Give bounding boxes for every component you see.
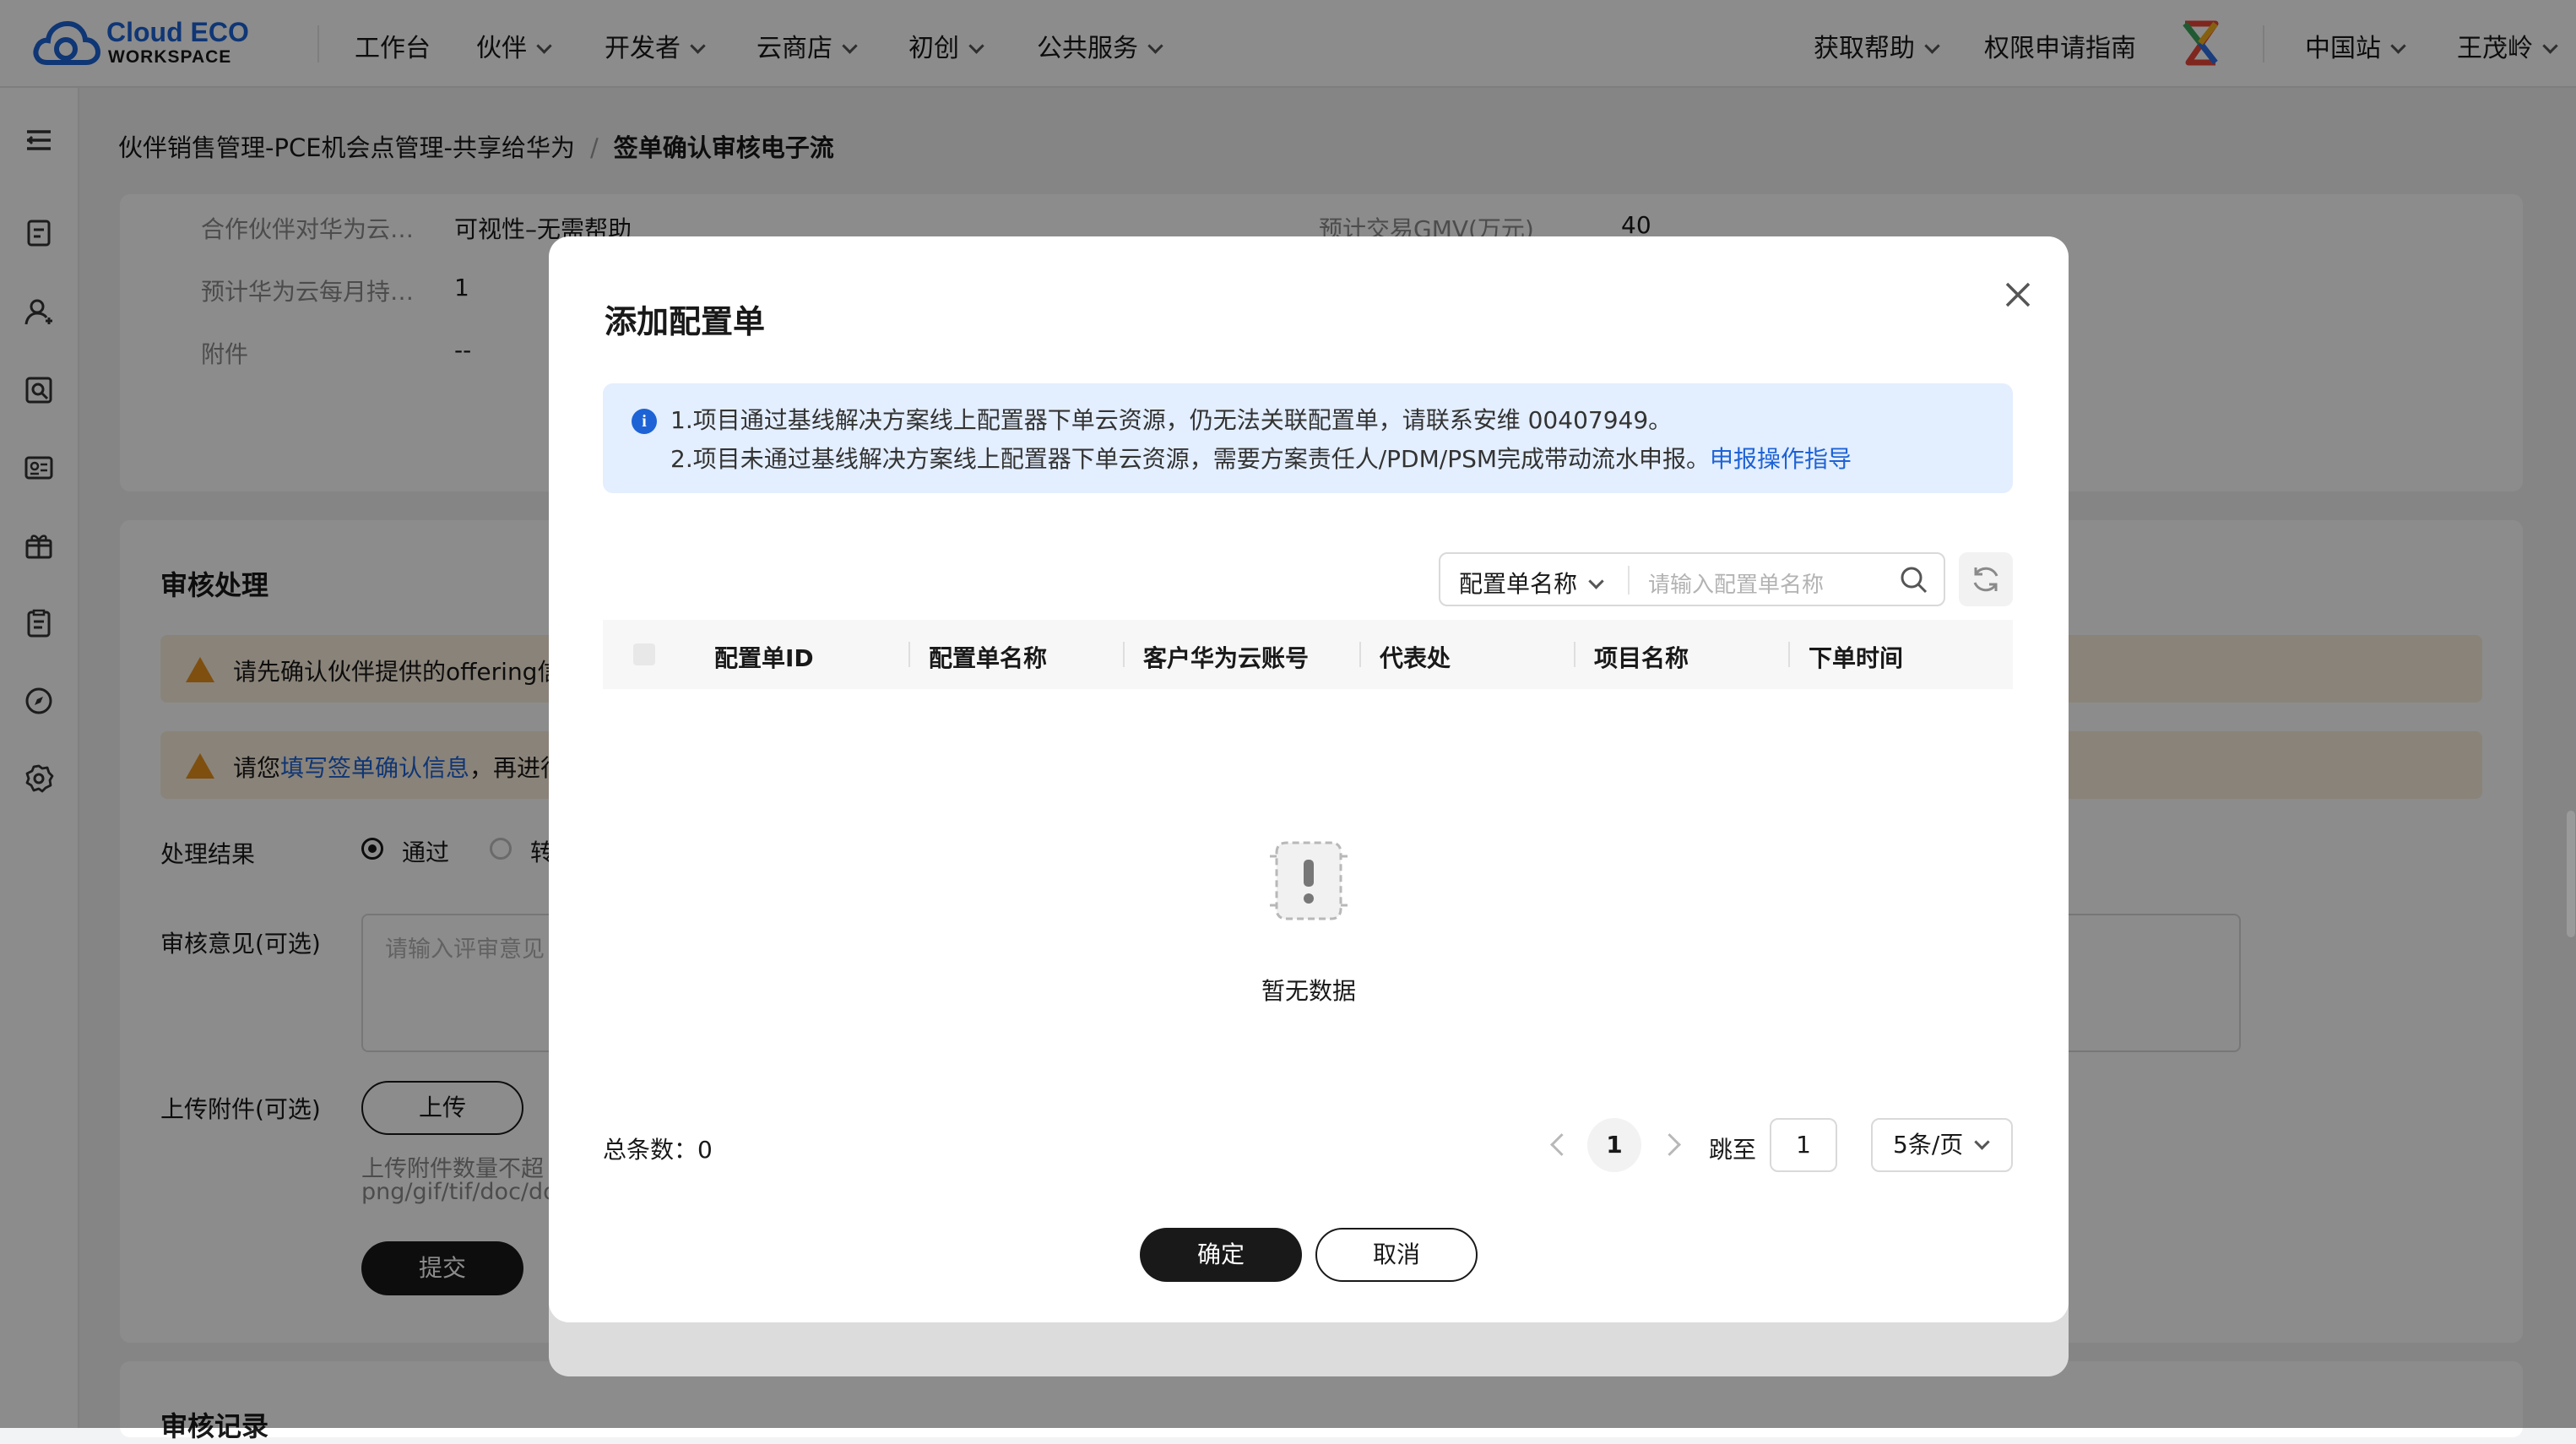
search-input[interactable]: 请输入配置单名称 xyxy=(1648,567,1824,599)
refresh-button[interactable] xyxy=(1959,552,2013,606)
next-page-icon[interactable] xyxy=(1658,1133,1681,1156)
close-icon[interactable] xyxy=(1997,274,2039,316)
column-header[interactable]: 代表处 xyxy=(1380,640,1451,674)
empty-text: 暂无数据 xyxy=(1261,977,1356,1005)
empty-data-icon xyxy=(1270,841,1348,920)
cancel-button[interactable]: 取消 xyxy=(1315,1228,1478,1282)
divider xyxy=(1359,642,1361,667)
info-icon: i xyxy=(632,409,657,434)
confirm-button[interactable]: 确定 xyxy=(1140,1228,1302,1282)
info-notice: i 1.项目通过基线解决方案线上配置器下单云资源，仍无法关联配置单，请联系安维 … xyxy=(603,383,2013,493)
column-header[interactable]: 项目名称 xyxy=(1594,640,1689,674)
divider xyxy=(908,642,910,667)
divider xyxy=(1628,566,1630,594)
search-box: 配置单名称 请输入配置单名称 xyxy=(1439,552,1945,606)
info-line-2: 2.项目未通过基线解决方案线上配置器下单云资源，需要方案责任人/PDM/PSM完… xyxy=(670,445,1852,473)
table-header: 配置单ID 配置单名称 客户华为云账号 代表处 项目名称 下单时间 xyxy=(603,620,2013,689)
column-header[interactable]: 配置单名称 xyxy=(929,640,1047,674)
report-guide-link[interactable]: 申报操作指导 xyxy=(1710,445,1852,473)
column-header[interactable]: 客户华为云账号 xyxy=(1143,640,1309,674)
page-number-current[interactable]: 1 xyxy=(1587,1118,1641,1172)
divider xyxy=(1574,642,1575,667)
chevron-down-icon xyxy=(1974,1134,1990,1150)
add-config-dialog: 添加配置单 i 1.项目通过基线解决方案线上配置器下单云资源，仍无法关联配置单，… xyxy=(549,236,2069,1322)
jump-label: 跳至 xyxy=(1709,1136,1757,1164)
info-line-1: 1.项目通过基线解决方案线上配置器下单云资源，仍无法关联配置单，请联系安维 00… xyxy=(670,406,1673,434)
chevron-down-icon xyxy=(1588,573,1604,589)
search-field-select[interactable]: 配置单名称 xyxy=(1459,566,1604,600)
jump-page-input[interactable]: 1 xyxy=(1770,1118,1837,1172)
prev-page-icon[interactable] xyxy=(1550,1133,1573,1156)
divider xyxy=(1123,642,1125,667)
dialog-title: 添加配置单 xyxy=(605,303,766,340)
page-size-select[interactable]: 5条/页 xyxy=(1871,1118,2013,1172)
total-count: 总条数：0 xyxy=(603,1136,713,1164)
page-scrollbar[interactable] xyxy=(2567,811,2575,937)
select-all-checkbox[interactable] xyxy=(633,643,655,665)
column-header[interactable]: 配置单ID xyxy=(714,640,814,674)
column-header[interactable]: 下单时间 xyxy=(1809,640,1903,674)
refresh-icon xyxy=(1973,567,1998,592)
divider xyxy=(1788,642,1790,667)
search-icon[interactable] xyxy=(1898,564,1930,596)
